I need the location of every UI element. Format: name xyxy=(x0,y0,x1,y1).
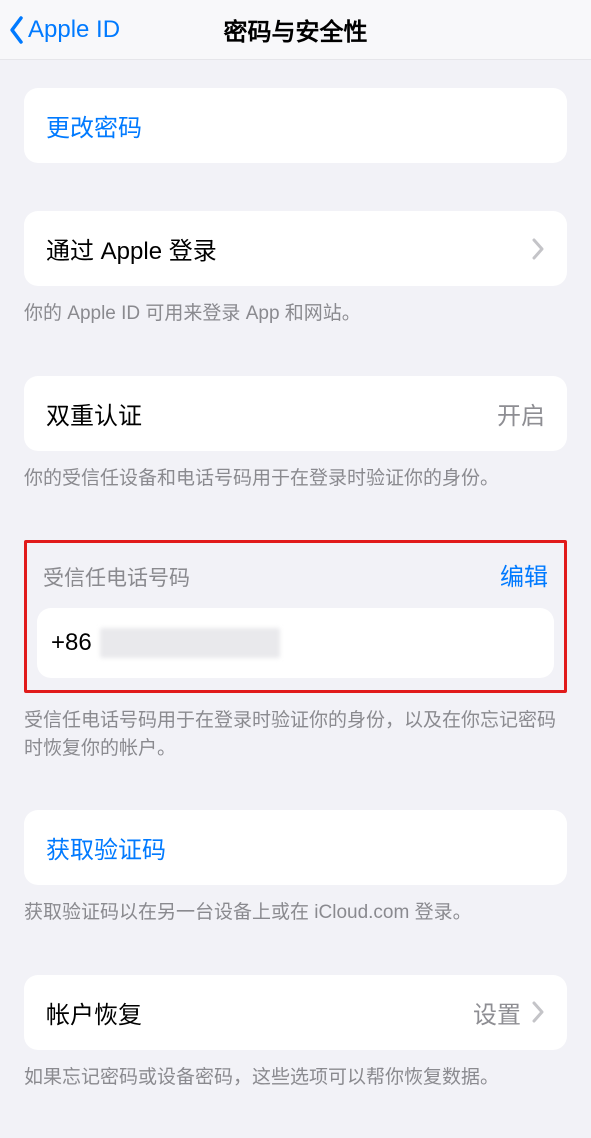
chevron-right-icon xyxy=(531,1001,545,1023)
get-code-footer: 获取验证码以在另一台设备上或在 iCloud.com 登录。 xyxy=(0,885,591,927)
trusted-number-footer: 受信任电话号码用于在登录时验证你的身份，以及在你忘记密码时恢复你的帐户。 xyxy=(0,693,591,762)
account-recovery-cell[interactable]: 帐户恢复 设置 xyxy=(24,975,567,1050)
sign-in-with-apple-label: 通过 Apple 登录 xyxy=(46,231,521,266)
two-factor-footer: 你的受信任设备和电话号码用于在登录时验证你的身份。 xyxy=(0,451,591,493)
account-recovery-value: 设置 xyxy=(473,995,521,1030)
trusted-number-prefix: +86 xyxy=(51,629,92,657)
get-code-label: 获取验证码 xyxy=(46,830,545,865)
nav-bar: Apple ID 密码与安全性 xyxy=(0,0,591,60)
two-factor-value: 开启 xyxy=(497,396,545,431)
chevron-right-icon xyxy=(531,238,545,260)
trusted-number-redacted xyxy=(100,628,280,658)
change-password-label: 更改密码 xyxy=(46,108,545,143)
back-button[interactable]: Apple ID xyxy=(0,15,120,45)
trusted-number-edit-button[interactable]: 编辑 xyxy=(500,557,548,592)
content: 更改密码 通过 Apple 登录 你的 Apple ID 可用来登录 App 和… xyxy=(0,60,591,1091)
account-recovery-label: 帐户恢复 xyxy=(46,995,473,1030)
trusted-number-section: 受信任电话号码 编辑 +86 xyxy=(24,540,567,693)
get-code-cell[interactable]: 获取验证码 xyxy=(24,810,567,885)
sign-in-with-apple-cell[interactable]: 通过 Apple 登录 xyxy=(24,211,567,286)
trusted-number-title: 受信任电话号码 xyxy=(43,562,190,592)
chevron-left-icon xyxy=(8,15,26,45)
two-factor-label: 双重认证 xyxy=(46,396,497,431)
trusted-number-cell[interactable]: +86 xyxy=(37,608,554,678)
change-password-cell[interactable]: 更改密码 xyxy=(24,88,567,163)
back-label: Apple ID xyxy=(28,16,120,44)
account-recovery-footer: 如果忘记密码或设备密码，这些选项可以帮你恢复数据。 xyxy=(0,1050,591,1092)
sign-in-with-apple-footer: 你的 Apple ID 可用来登录 App 和网站。 xyxy=(0,286,591,328)
two-factor-cell[interactable]: 双重认证 开启 xyxy=(24,376,567,451)
trusted-number-header: 受信任电话号码 编辑 xyxy=(37,553,554,608)
